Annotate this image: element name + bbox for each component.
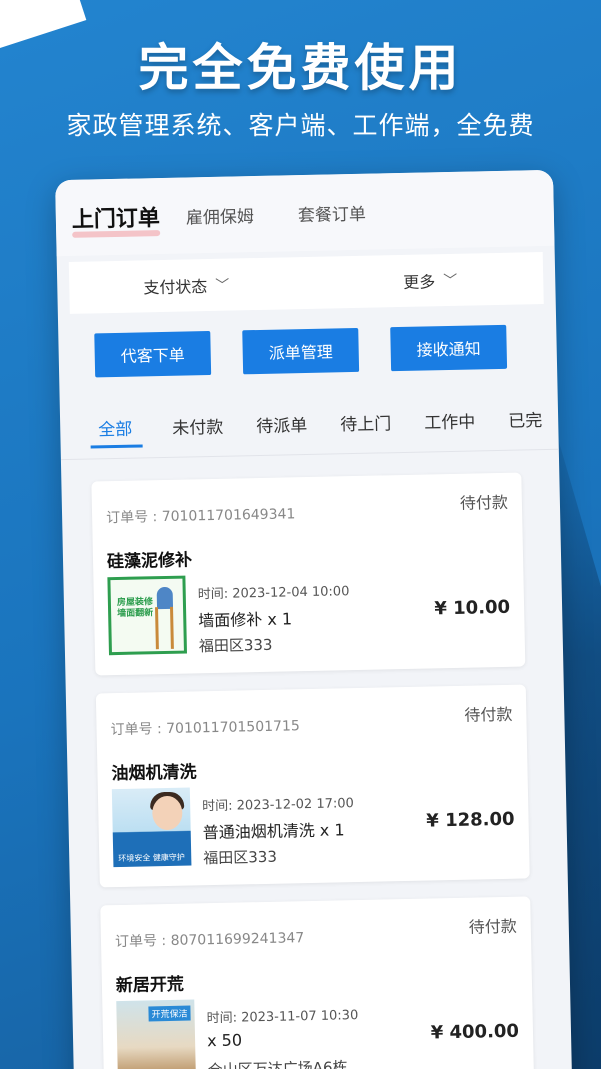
status-tab-pending-dispatch[interactable]: 待派单 [256,411,307,437]
filter-bar: 支付状态 ﹀ 更多 ﹀ [68,252,544,314]
order-status: 待付款 [464,704,513,725]
order-address: 仓山区万达广场A6栋 [207,1058,348,1069]
order-card[interactable]: 订单号 : 701011701649341 待付款 硅藻泥修补 房屋装修 墙面翻… [91,472,526,676]
order-time: 时间: 2023-11-07 10:30 [206,1008,359,1027]
top-tab-bar: 上门订单 雇佣保姆 套餐订单 [55,169,555,257]
status-tab-working[interactable]: 工作中 [424,407,475,433]
payment-status-filter[interactable]: 支付状态 ﹀ [143,273,229,299]
order-time: 时间: 2023-12-04 10:00 [197,584,350,603]
order-card[interactable]: 订单号 : 807011699241347 待付款 新居开荒 开荒保洁 时间: … [100,896,535,1069]
order-time: 时间: 2023-12-02 17:00 [202,796,355,815]
order-thumbnail: 房屋装修 墙面翻新 [107,575,187,656]
order-item: x 50 [206,1030,243,1051]
ladder-icon [155,606,174,650]
dispatch-management-button[interactable]: 派单管理 [242,327,360,375]
order-status: 待付款 [459,492,509,513]
order-service-name: 油烟机清洗 [111,762,197,785]
thumbnail-caption: 开荒保洁 [148,1005,191,1022]
status-tab-all[interactable]: 全部 [98,415,132,441]
order-status: 待付款 [468,916,517,937]
worker-face [151,795,183,831]
order-address: 福田区333 [198,635,273,656]
hero-subtitle: 家政管理系统、客户端、工作端，全免费 [66,111,535,140]
order-number: 订单号 : 701011701501715 [110,718,300,739]
tab-package-orders[interactable]: 套餐订单 [298,199,366,225]
order-address: 福田区333 [203,847,278,868]
order-price: ¥ 400.00 [430,1020,520,1044]
chevron-down-icon: ﹀ [443,272,458,290]
status-tab-bar: 全部 未付款 待派单 待上门 工作中 已完 [59,399,559,461]
status-tab-completed[interactable]: 已完 [508,406,542,432]
place-order-button[interactable]: 代客下单 [94,330,212,378]
order-price: ¥ 10.00 [434,596,511,620]
status-tab-unpaid[interactable]: 未付款 [172,413,223,439]
order-service-name: 硅藻泥修补 [106,550,193,573]
thumbnail-caption: 环境安全 健康守护 [115,850,188,866]
order-price: ¥ 128.00 [426,808,515,832]
chevron-down-icon: ﹀ [215,277,230,294]
hero-title: 完全免费使用 [138,39,463,97]
order-number: 订单号 : 807011699241347 [114,930,305,951]
worker-figure [156,586,174,610]
thumbnail-caption: 房屋装修 墙面翻新 [116,597,154,620]
order-item: 普通油烟机清洗 x 1 [202,820,345,843]
order-thumbnail: 环境安全 健康守护 [111,787,192,868]
phone-screen: 上门订单 雇佣保姆 套餐订单 支付状态 ﹀ 更多 ﹀ 代客下单 派单管理 接收通… [55,169,573,1069]
tab-onsite-orders[interactable]: 上门订单 [72,200,161,234]
payment-status-label: 支付状态 [143,277,208,298]
tab-hire-nanny[interactable]: 雇佣保姆 [186,202,254,228]
more-label: 更多 [403,272,436,292]
order-number: 订单号 : 701011701649341 [105,506,296,527]
status-tab-pending-visit[interactable]: 待上门 [340,409,391,435]
more-filter[interactable]: 更多 ﹀ [403,268,458,293]
action-button-row: 代客下单 派单管理 接收通知 [94,324,525,379]
order-card[interactable]: 订单号 : 701011701501715 待付款 油烟机清洗 环境安全 健康守… [95,684,530,888]
order-thumbnail: 开荒保洁 [116,999,196,1069]
active-tab-indicator [90,444,143,449]
receive-notification-button[interactable]: 接收通知 [390,324,508,372]
order-service-name: 新居开荒 [115,974,185,997]
order-item: 墙面修补 x 1 [198,609,293,631]
